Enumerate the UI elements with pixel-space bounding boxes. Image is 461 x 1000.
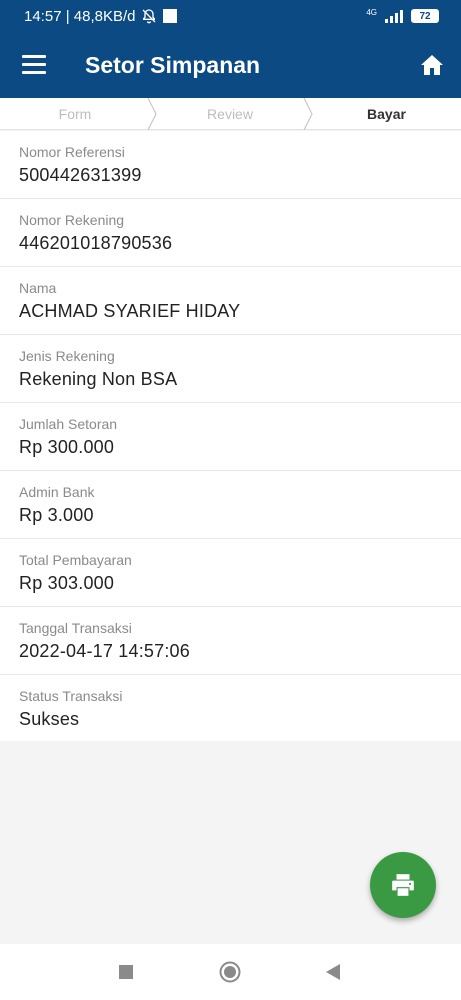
detail-value: Rp 303.000 [19,573,115,593]
detail-value: Rp 3.000 [19,505,94,525]
step-form-label: Form [58,106,92,122]
recents-icon[interactable] [118,964,134,980]
detail-label: Nama [19,280,57,296]
detail-label: Jenis Rekening [19,348,115,364]
detail-label: Status Transaksi [19,688,123,704]
detail-row-nama: Nama ACHMAD SYARIEF HIDAY [0,267,461,335]
step-bayar: Bayar [312,98,461,130]
signal-icon [385,9,403,23]
detail-row-admin-bank: Admin Bank Rp 3.000 [0,471,461,539]
page-title: Setor Simpanan [85,52,261,78]
app-bar: Setor Simpanan [0,32,461,98]
detail-row-total-pembayaran: Total Pembayaran Rp 303.000 [0,539,461,607]
detail-label: Admin Bank [19,484,95,500]
battery-level: 72 [419,10,431,22]
detail-row-tanggal-transaksi: Tanggal Transaksi 2022-04-17 14:57:06 [0,607,461,675]
home-circle-icon[interactable] [219,961,241,983]
status-bar: 14:57 | 48,8KB/d 4G 72 [0,0,461,32]
status-time-speed: 14:57 | 48,8KB/d [24,7,136,25]
detail-value: 2022-04-17 14:57:06 [19,641,190,661]
detail-row-jumlah-setoran: Jumlah Setoran Rp 300.000 [0,403,461,471]
step-review: Review [155,98,305,130]
print-button[interactable] [370,852,436,918]
detail-value: Rekening Non BSA [19,369,178,389]
detail-label: Tanggal Transaksi [19,620,132,636]
network-label: 4G [366,8,377,17]
menu-icon[interactable] [22,55,46,75]
printer-icon [392,874,414,896]
detail-row-jenis-rekening: Jenis Rekening Rekening Non BSA [0,335,461,403]
bell-off-icon [143,9,156,24]
step-indicator: Form Review Bayar [0,98,461,130]
detail-value: ACHMAD SYARIEF HIDAY [19,301,241,321]
system-nav-bar [0,944,461,1000]
detail-value: Sukses [19,709,80,729]
detail-value: 446201018790536 [19,233,173,253]
detail-label: Jumlah Setoran [19,416,118,432]
detail-value: 500442631399 [19,165,142,185]
detail-label: Nomor Rekening [19,212,125,228]
detail-label: Total Pembayaran [19,552,132,568]
notification-square-icon [163,9,178,23]
home-icon[interactable] [420,53,444,77]
detail-row-nomor-rekening: Nomor Rekening 446201018790536 [0,199,461,267]
detail-row-status-transaksi: Status Transaksi Sukses [0,675,461,743]
step-review-label: Review [207,106,253,122]
battery-icon: 72 [411,9,439,23]
back-icon[interactable] [325,963,341,981]
step-form: Form [0,98,150,130]
detail-row-nomor-referensi: Nomor Referensi 500442631399 [0,131,461,199]
detail-label: Nomor Referensi [19,144,125,160]
detail-value: Rp 300.000 [19,437,115,457]
step-bayar-label: Bayar [367,106,406,122]
transaction-details: Nomor Referensi 500442631399 Nomor Reken… [0,131,461,741]
